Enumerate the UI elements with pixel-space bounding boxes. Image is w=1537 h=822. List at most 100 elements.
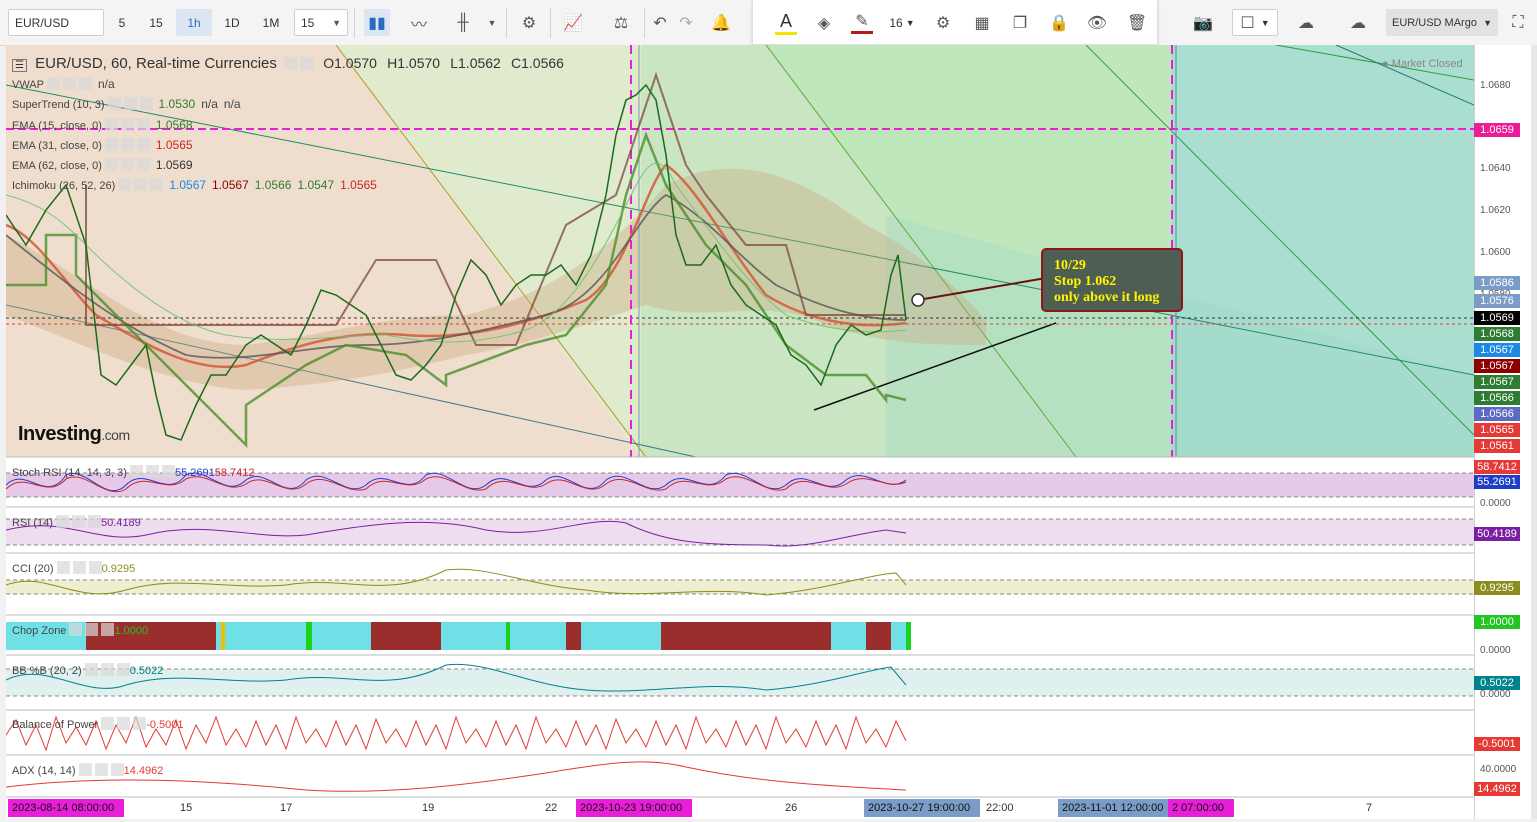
indicator-row[interactable]: EMA (31, close, 0) 1.0565	[12, 138, 193, 152]
fullscreen-icon[interactable]: ⛶	[1506, 9, 1530, 36]
indicator-settings-icon[interactable]	[47, 77, 60, 90]
clone-icon[interactable]: ❐	[1005, 9, 1035, 36]
panel-settings-icon[interactable]	[100, 663, 114, 676]
indicator-settings-icon[interactable]	[63, 77, 76, 90]
panel-settings-icon[interactable]	[88, 561, 102, 574]
indicator-settings-icon[interactable]	[120, 138, 134, 151]
panel-settings-icon[interactable]	[145, 465, 159, 478]
gear-icon[interactable]: ⚙	[516, 9, 542, 36]
panel-title[interactable]: RSI (14) 50.4189	[12, 515, 141, 529]
panel-title[interactable]: Stoch RSI (14, 14, 3, 3) 55.269158.7412	[12, 465, 254, 479]
price-label: 1.0567	[1474, 343, 1520, 357]
indicator-settings-icon[interactable]	[104, 158, 118, 171]
annotation-callout-text[interactable]: 10/29 Stop 1.062 only above it long	[1054, 258, 1159, 306]
panel-settings-icon[interactable]	[161, 465, 175, 478]
indicator-settings-icon[interactable]	[136, 138, 150, 151]
panel-settings-icon[interactable]	[116, 663, 130, 676]
panel-settings-icon[interactable]	[56, 561, 70, 574]
panel-title[interactable]: Balance of Power -0.5001	[12, 717, 184, 731]
indicator-settings-icon[interactable]	[104, 118, 118, 131]
indicator-settings-icon[interactable]	[136, 118, 150, 131]
area-chart-icon[interactable]: 〰	[406, 9, 432, 36]
panel-settings-icon[interactable]	[71, 515, 85, 528]
panel-settings-icon[interactable]	[72, 561, 86, 574]
panel-settings-icon[interactable]	[85, 623, 99, 636]
indicator-settings-icon[interactable]	[134, 178, 148, 191]
indicator-settings-icon[interactable]	[139, 97, 153, 110]
panel-tick: 40.0000	[1480, 764, 1517, 775]
panel-title[interactable]: Chop Zone 1.0000	[12, 623, 148, 637]
layers-icon[interactable]: ▦	[967, 9, 997, 36]
interval-15[interactable]: 15	[142, 9, 170, 36]
interval-dropdown[interactable]: 15 ▼	[294, 9, 348, 36]
eye-icon[interactable]: 👁	[1085, 9, 1109, 36]
font-size-dropdown[interactable]: 16 ▼	[887, 9, 917, 36]
camera-icon[interactable]: 📷	[1190, 9, 1216, 36]
panel-settings-icon[interactable]	[117, 717, 131, 730]
panel-settings-icon[interactable]	[101, 623, 115, 636]
chart-area[interactable]: ☰ EUR/USD, 60, Real-time Currencies O1.0…	[6, 45, 1474, 819]
fill-color-icon[interactable]: ◈	[811, 9, 837, 36]
panel-settings-icon[interactable]	[87, 515, 101, 528]
panel-settings-icon[interactable]	[69, 623, 83, 636]
bars-icon[interactable]: ╫	[450, 9, 476, 36]
interval-1m[interactable]: 1M	[254, 9, 288, 36]
drawing-settings-icon[interactable]: ⚙	[931, 9, 955, 36]
right-scrollbar[interactable]	[1531, 45, 1537, 819]
layout-dropdown[interactable]: ☐ ▼	[1232, 9, 1278, 36]
panel-title[interactable]: ADX (14, 14) 14.4962	[12, 763, 163, 777]
panel-settings-icon[interactable]	[84, 663, 98, 676]
panel-settings-icon[interactable]	[110, 763, 124, 776]
panel-title[interactable]: CCI (20) 0.9295	[12, 561, 135, 575]
indicator-settings-icon[interactable]	[79, 77, 92, 90]
collapse-icon[interactable]: ☰	[12, 59, 27, 72]
panel-name: CCI (20)	[12, 563, 54, 575]
panel-settings-icon[interactable]	[78, 763, 92, 776]
indicator-row[interactable]: EMA (15, close, 0) 1.0568	[12, 118, 193, 132]
price-label: 1.0566	[1474, 407, 1520, 421]
indicator-row[interactable]: EMA (62, close, 0) 1.0569	[12, 158, 193, 172]
cloud-save-icon[interactable]: ☁	[1340, 9, 1376, 36]
alert-icon[interactable]: 🔔	[706, 9, 736, 36]
line-color-icon[interactable]: ✎	[849, 9, 875, 36]
indicator-settings-icon[interactable]	[118, 178, 132, 191]
panel-settings-icon[interactable]	[94, 763, 108, 776]
undo-icon[interactable]: ↶	[648, 9, 672, 36]
lock-icon[interactable]: 🔒	[1047, 9, 1071, 36]
candles-icon[interactable]: ▮▮	[364, 9, 390, 36]
cloud-load-icon[interactable]: ☁	[1288, 9, 1324, 36]
interval-1h[interactable]: 1h	[176, 9, 212, 36]
symbol-input[interactable]: EUR/USD	[8, 9, 104, 36]
trash-icon[interactable]: 🗑	[1125, 9, 1149, 36]
price-tick: 1.0680	[1480, 80, 1511, 91]
panel-settings-icon[interactable]	[55, 515, 69, 528]
indicator-value: 1.0566	[254, 178, 292, 192]
indicator-settings-icon[interactable]	[150, 178, 164, 191]
price-label: 1.0565	[1474, 423, 1520, 437]
compare-icon[interactable]: ⚖	[608, 9, 634, 36]
panel-settings-icon[interactable]	[101, 717, 115, 730]
redo-icon[interactable]: ↷	[674, 9, 698, 36]
price-label: 1.0586	[1474, 276, 1520, 290]
panel-settings-icon[interactable]	[129, 465, 143, 478]
panel-settings-icon[interactable]	[133, 717, 147, 730]
price-tick: 1.0600	[1480, 247, 1511, 258]
indicator-row[interactable]: Ichimoku (26, 52, 26) 1.0567 1.0567 1.0566 1…	[12, 178, 377, 192]
indicator-row[interactable]: SuperTrend (10, 3) 1.0530 n/a n/a	[12, 97, 241, 111]
chart-type-chevron-icon[interactable]: ▼	[484, 9, 500, 36]
indicator-row[interactable]: VWAP n/a	[12, 77, 115, 91]
indicator-settings-icon[interactable]	[123, 97, 137, 110]
indicator-settings-icon[interactable]	[107, 97, 121, 110]
indicators-icon[interactable]: 📈	[560, 9, 586, 36]
indicator-settings-icon[interactable]	[120, 118, 134, 131]
indicator-settings-icon[interactable]	[104, 138, 118, 151]
interval-5[interactable]: 5	[110, 9, 134, 36]
text-color-icon[interactable]: A	[773, 9, 799, 36]
panel-title[interactable]: BB %B (20, 2) 0.5022	[12, 663, 163, 677]
saved-chart-dropdown[interactable]: EUR/USD MArgo ▼	[1386, 9, 1498, 36]
logo-suffix: .com	[101, 427, 130, 443]
ohlc-close: C1.0566	[511, 55, 564, 71]
indicator-settings-icon[interactable]	[136, 158, 150, 171]
indicator-settings-icon[interactable]	[120, 158, 134, 171]
interval-1d[interactable]: 1D	[216, 9, 248, 36]
